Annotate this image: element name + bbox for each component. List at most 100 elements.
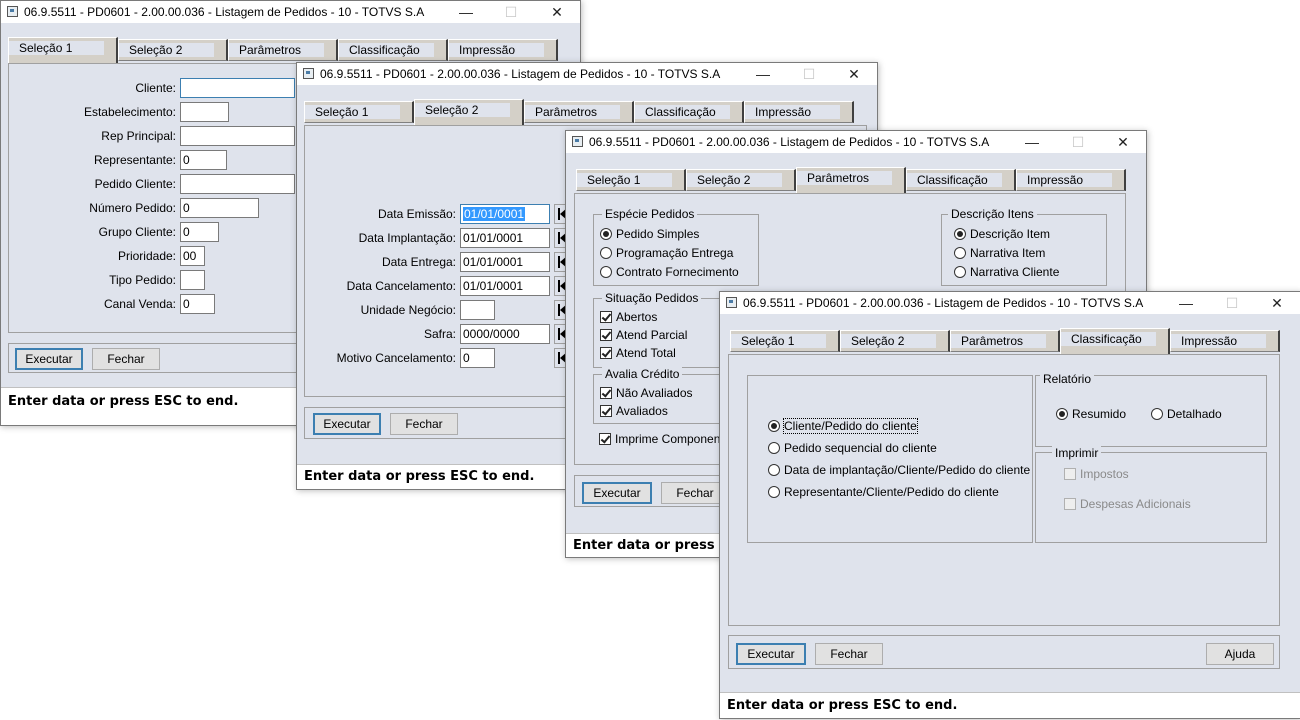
tab-selecao-2[interactable]: Seleção 2 xyxy=(840,330,950,352)
cliente-input[interactable] xyxy=(180,78,295,98)
pedido-cliente-input[interactable] xyxy=(180,174,295,194)
radio-contrato-fornecimento[interactable]: Contrato Fornecimento xyxy=(600,264,739,280)
radio-icon xyxy=(768,464,780,476)
window-title: 06.9.5511 - PD0601 - 2.00.00.036 - Lista… xyxy=(320,67,721,81)
checkbox-avaliados[interactable]: Avaliados xyxy=(600,403,668,419)
tab-impressao[interactable]: Impressão xyxy=(1170,330,1280,352)
radio-selected-icon xyxy=(1056,408,1068,420)
close-form-button[interactable]: Fechar xyxy=(92,348,160,370)
title-bar[interactable]: 06.9.5511 - PD0601 - 2.00.00.036 - Lista… xyxy=(720,292,1300,314)
tab-parametros[interactable]: Parâmetros xyxy=(950,330,1060,352)
tab-selecao-2[interactable]: Seleção 2 xyxy=(414,99,524,125)
prioridade-input[interactable]: 00 xyxy=(180,246,205,266)
window-classificacao: 06.9.5511 - PD0601 - 2.00.00.036 - Lista… xyxy=(719,291,1300,719)
radio-icon xyxy=(1151,408,1163,420)
close-button[interactable]: ✕ xyxy=(1100,131,1146,153)
minimize-button[interactable]: — xyxy=(740,63,786,85)
radio-detalhado[interactable]: Detalhado xyxy=(1151,406,1222,422)
field-label: Estabelecimento: xyxy=(83,105,176,119)
data-cancelamento-input[interactable]: 01/01/0001 xyxy=(460,276,550,296)
close-form-button[interactable]: Fechar xyxy=(815,643,883,665)
field-label: Cliente: xyxy=(135,81,176,95)
checkbox-impostos: Impostos xyxy=(1064,466,1129,482)
checkbox-atend-parcial[interactable]: Atend Parcial xyxy=(600,327,687,343)
radio-representante[interactable]: Representante/Cliente/Pedido do cliente xyxy=(768,484,999,500)
radio-narrativa-item[interactable]: Narrativa Item xyxy=(954,245,1045,261)
checkbox-checked-icon xyxy=(600,329,612,341)
safra-input[interactable]: 0000/0000 xyxy=(460,324,550,344)
close-form-button[interactable]: Fechar xyxy=(390,413,458,435)
representante-input[interactable]: 0 xyxy=(180,150,227,170)
data-implantacao-input[interactable]: 01/01/0001 xyxy=(460,228,550,248)
estabelecimento-input[interactable] xyxy=(180,102,229,122)
radio-icon xyxy=(954,266,966,278)
tab-impressao[interactable]: Impressão xyxy=(744,101,854,123)
minimize-button[interactable]: — xyxy=(1009,131,1055,153)
group-title: Avalia Crédito xyxy=(602,367,683,381)
field-label: Grupo Cliente: xyxy=(98,225,176,239)
tab-selecao-1[interactable]: Seleção 1 xyxy=(576,169,686,191)
radio-descricao-item[interactable]: Descrição Item xyxy=(954,226,1050,242)
field-label: Prioridade: xyxy=(117,249,176,263)
data-entrega-input[interactable]: 01/01/0001 xyxy=(460,252,550,272)
tab-selecao-1[interactable]: Seleção 1 xyxy=(304,101,414,123)
tab-impressao[interactable]: Impressão xyxy=(1016,169,1126,191)
minimize-button[interactable]: — xyxy=(443,1,489,23)
window-title: 06.9.5511 - PD0601 - 2.00.00.036 - Lista… xyxy=(589,135,990,149)
radio-data-implantacao[interactable]: Data de implantação/Cliente/Pedido do cl… xyxy=(768,462,1030,478)
field-label: Data Cancelamento: xyxy=(346,279,456,293)
radio-selected-icon xyxy=(768,420,780,432)
rep-principal-input[interactable] xyxy=(180,126,295,146)
tab-parametros[interactable]: Parâmetros xyxy=(228,39,338,61)
field-label: Representante: xyxy=(93,153,176,167)
checkbox-atend-total[interactable]: Atend Total xyxy=(600,345,676,361)
checkbox-checked-icon xyxy=(600,311,612,323)
window-title: 06.9.5511 - PD0601 - 2.00.00.036 - Lista… xyxy=(743,296,1144,310)
execute-button[interactable]: Executar xyxy=(15,348,83,370)
title-bar[interactable]: 06.9.5511 - PD0601 - 2.00.00.036 - Lista… xyxy=(1,1,580,23)
imprimir-group: Imprimir Impostos Despesas Adicionais xyxy=(1035,446,1267,543)
checkbox-imprime-componentes[interactable]: Imprime Componentes xyxy=(599,431,736,447)
close-button[interactable]: ✕ xyxy=(831,63,877,85)
title-bar[interactable]: 06.9.5511 - PD0601 - 2.00.00.036 - Lista… xyxy=(566,131,1146,153)
tab-classificacao[interactable]: Classificação xyxy=(634,101,744,123)
numero-pedido-input[interactable]: 0 xyxy=(180,198,259,218)
data-emissao-input[interactable]: 01/01/0001 xyxy=(460,204,550,224)
radio-pedido-simples[interactable]: Pedido Simples xyxy=(600,226,699,242)
tab-classificacao[interactable]: Classificação xyxy=(1060,328,1170,354)
radio-pedido-sequencial[interactable]: Pedido sequencial do cliente xyxy=(768,440,937,456)
checkbox-nao-avaliados[interactable]: Não Avaliados xyxy=(600,385,693,401)
maximize-button: ☐ xyxy=(802,66,816,82)
execute-button[interactable]: Executar xyxy=(582,482,652,504)
checkbox-abertos[interactable]: Abertos xyxy=(600,309,657,325)
tab-classificacao[interactable]: Classificação xyxy=(906,169,1016,191)
help-button[interactable]: Ajuda xyxy=(1206,643,1274,665)
minimize-button[interactable]: — xyxy=(1163,292,1209,314)
title-bar[interactable]: 06.9.5511 - PD0601 - 2.00.00.036 - Lista… xyxy=(297,63,877,85)
tab-parametros[interactable]: Parâmetros xyxy=(524,101,634,123)
tab-selecao-1[interactable]: Seleção 1 xyxy=(8,37,118,63)
close-button[interactable]: ✕ xyxy=(1254,292,1300,314)
tab-impressao[interactable]: Impressão xyxy=(448,39,558,61)
checkbox-checked-icon xyxy=(600,405,612,417)
unidade-negocio-input[interactable] xyxy=(460,300,495,320)
radio-cliente-pedido[interactable]: Cliente/Pedido do cliente xyxy=(768,418,918,434)
close-button[interactable]: ✕ xyxy=(534,1,580,23)
tab-selecao-1[interactable]: Seleção 1 xyxy=(730,330,840,352)
motivo-cancelamento-input[interactable]: 0 xyxy=(460,348,495,368)
radio-narrativa-cliente[interactable]: Narrativa Cliente xyxy=(954,264,1059,280)
execute-button[interactable]: Executar xyxy=(313,413,381,435)
radio-selected-icon xyxy=(600,228,612,240)
grupo-cliente-input[interactable]: 0 xyxy=(180,222,219,242)
tab-classificacao[interactable]: Classificação xyxy=(338,39,448,61)
tab-selecao-2[interactable]: Seleção 2 xyxy=(686,169,796,191)
radio-programacao-entrega[interactable]: Programação Entrega xyxy=(600,245,733,261)
app-icon xyxy=(7,6,18,17)
field-label: Motivo Cancelamento: xyxy=(336,351,456,365)
tipo-pedido-input[interactable] xyxy=(180,270,205,290)
execute-button[interactable]: Executar xyxy=(736,643,806,665)
tab-selecao-2[interactable]: Seleção 2 xyxy=(118,39,228,61)
tab-parametros[interactable]: Parâmetros xyxy=(796,167,906,193)
canal-venda-input[interactable]: 0 xyxy=(180,294,215,314)
radio-resumido[interactable]: Resumido xyxy=(1056,406,1126,422)
